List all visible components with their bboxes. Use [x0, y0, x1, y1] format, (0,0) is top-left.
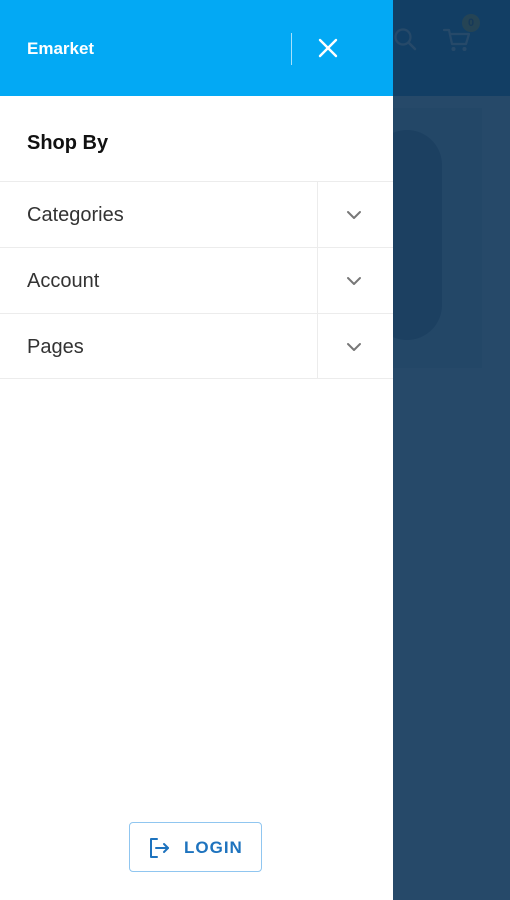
- section-title: Shop By: [27, 132, 109, 154]
- menu-item-separator: [317, 248, 318, 313]
- close-button[interactable]: [310, 30, 346, 66]
- drawer-title: Emarket: [27, 39, 95, 58]
- login-button[interactable]: LOGIN: [129, 822, 262, 872]
- chevron-down-icon[interactable]: [344, 271, 364, 291]
- menu-item-categories[interactable]: Categories: [0, 181, 393, 247]
- drawer-header: Emarket: [0, 0, 393, 96]
- menu-item-label: Pages: [27, 336, 84, 358]
- chevron-down-icon[interactable]: [344, 337, 364, 357]
- menu-item-label: Account: [27, 270, 100, 292]
- app-root: 0 Emarket Shop By: [0, 0, 510, 900]
- chevron-down-icon[interactable]: [344, 205, 364, 225]
- login-icon: [147, 836, 171, 860]
- navigation-drawer: Emarket Shop By Categories Account Pages…: [0, 0, 393, 900]
- menu-item-pages[interactable]: Pages: [0, 313, 393, 379]
- menu-item-label: Categories: [27, 204, 124, 226]
- login-label: LOGIN: [184, 838, 243, 857]
- menu-list: Categories Account Pages: [0, 181, 393, 379]
- header-divider: [291, 33, 292, 65]
- menu-item-separator: [317, 314, 318, 378]
- close-icon: [310, 30, 346, 66]
- menu-item-separator: [317, 182, 318, 247]
- menu-item-account[interactable]: Account: [0, 247, 393, 313]
